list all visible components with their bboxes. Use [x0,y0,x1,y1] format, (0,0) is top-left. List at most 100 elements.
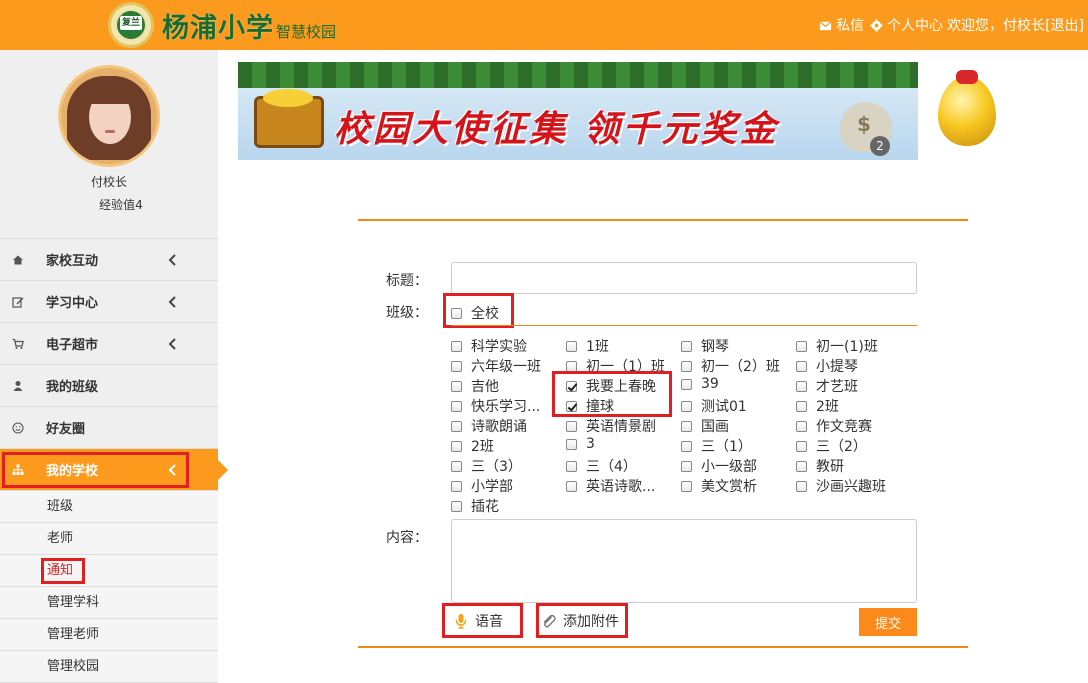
school-logo[interactable]: 复兰 杨浦小学 智慧校园 [108,2,336,48]
checkbox-box-checked[interactable] [566,400,577,412]
submenu-item-manage-subjects[interactable]: 管理学科 [0,587,218,619]
sidebar-item-study-center[interactable]: 学习中心 [0,281,218,323]
experience-value: 经验值4 [99,198,143,212]
avatar[interactable] [58,65,160,167]
class-divider [451,325,917,326]
class-checkbox-checked[interactable]: 撞球 [566,396,614,416]
chevron-left-icon [168,338,176,350]
class-checkbox[interactable]: 吉他 [451,376,499,396]
cart-icon [12,338,24,349]
personal-center-link[interactable]: 个人中心 [887,15,943,35]
user-icon [13,380,23,391]
top-bar: 复兰 杨浦小学 智慧校园 私信 个人中心 欢迎您，付校长 [退出] [0,0,1088,50]
class-label: 班级： [386,305,428,321]
highlight-box [41,558,85,584]
class-checkbox[interactable]: 三（3） [451,456,522,476]
class-checkbox[interactable]: 教研 [796,456,844,476]
checkbox-label: 全校 [471,306,499,322]
chevron-left-icon [168,296,176,308]
class-checkbox[interactable]: 美文赏析 [681,476,757,496]
title-input[interactable] [451,262,917,294]
banner-title: 校园大使征集 领千元奖金 [334,109,779,150]
sidebar-item-label: 家校互动 [46,254,99,269]
sidebar-item-label: 学习中心 [46,296,99,311]
class-checkbox[interactable]: 六年级一班 [451,356,541,376]
content-label: 内容： [386,530,428,546]
class-checkbox[interactable]: 39 [681,376,719,392]
edit-icon [12,296,24,308]
chevron-left-icon [168,464,176,476]
school-emblem-icon: 复兰 [108,2,154,48]
class-checkbox[interactable]: 测试01 [681,396,747,416]
chevron-left-icon [168,254,176,266]
class-checkbox[interactable]: 英语诗歌... [566,476,655,496]
golden-egg-icon[interactable] [938,70,996,146]
sidebar-item-my-class[interactable]: 我的班级 [0,365,218,407]
class-checkbox[interactable]: 插花 [451,496,499,516]
class-checkbox[interactable]: 小一级部 [681,456,757,476]
class-checkbox[interactable]: 初一(1)班 [796,336,878,356]
class-checkbox[interactable]: 诗歌朗诵 [451,416,527,436]
form-bottom-divider [358,646,968,648]
home-icon [13,255,23,264]
class-checkbox[interactable]: 2班 [451,436,494,456]
class-checkbox[interactable]: 科学实验 [451,336,527,356]
class-checkbox[interactable]: 钢琴 [681,336,729,356]
emblem-text: 复兰 [120,16,142,30]
class-checkbox[interactable]: 英语情景剧 [566,416,656,436]
class-checkbox[interactable]: 三（4） [566,456,637,476]
checkbox-box[interactable] [451,307,462,319]
envelope-icon [819,20,832,30]
sidebar-item-my-school[interactable]: 我的学校 [0,449,228,491]
user-profile: 付校长 经验值4 [0,65,218,239]
class-checkbox[interactable]: 2班 [796,396,839,416]
sidebar-item-label: 我的班级 [46,380,99,395]
checkbox-box-checked[interactable] [566,380,577,392]
highlight-box [2,452,189,488]
class-checkbox[interactable]: 国画 [681,416,729,436]
voice-label: 语音 [475,614,503,630]
submenu-item-manage-teachers[interactable]: 管理老师 [0,619,218,651]
class-checkbox[interactable]: 小学部 [451,476,513,496]
user-name: 付校长 [90,175,127,189]
form-top-divider [358,219,968,221]
logout-link[interactable]: [退出] [1045,15,1084,35]
submit-button[interactable]: 提交 [859,608,917,636]
paperclip-icon [543,614,556,628]
class-checkbox[interactable]: 3 [566,436,595,452]
sidebar-item-friend-circle[interactable]: 好友圈 [0,407,218,449]
class-checkbox[interactable]: 作文竞赛 [796,416,872,436]
class-checkbox[interactable]: 才艺班 [796,376,858,396]
class-checkbox[interactable]: 初一（2）班 [681,356,780,376]
promo-banner[interactable]: 校园大使征集 领千元奖金 $ 2 [238,62,918,160]
school-subtitle: 智慧校园 [276,22,337,41]
title-label: 标题： [386,273,428,289]
class-checkbox[interactable]: 小提琴 [796,356,858,376]
submenu-item-notices[interactable]: 通知 [0,555,218,587]
class-checkbox[interactable]: 三（2） [796,436,867,456]
submenu-item-manage-campus[interactable]: 管理校园 [0,651,218,683]
voice-button[interactable]: 语音 [454,611,503,631]
messages-link[interactable]: 私信 [836,15,864,35]
gear-icon [870,18,883,32]
smile-icon [12,421,24,434]
sidebar-item-label: 电子超市 [46,338,99,353]
class-checkbox[interactable]: 三（1） [681,436,752,456]
checkbox-all-school[interactable]: 全校 [451,303,499,323]
class-checkbox[interactable]: 1班 [566,336,609,356]
class-checkbox[interactable]: 快乐学习... [451,396,540,416]
sidebar-item-e-market[interactable]: 电子超市 [0,323,218,365]
submenu-item-classes[interactable]: 班级 [0,491,218,523]
dollar-symbol: $ [857,112,871,136]
class-checkbox-checked[interactable]: 我要上春晚 [566,376,656,396]
sidebar-item-home-school[interactable]: 家校互动 [0,239,218,281]
submenu-item-teachers[interactable]: 老师 [0,523,218,555]
school-name: 杨浦小学 [162,12,274,44]
welcome-text: 欢迎您，付校长 [947,18,1046,34]
garland-decoration [238,62,918,88]
attach-label: 添加附件 [563,614,619,630]
class-checkbox[interactable]: 沙画兴趣班 [796,476,886,496]
content-textarea[interactable] [451,519,917,603]
banner-badge: 2 [870,136,890,156]
attach-button[interactable]: 添加附件 [541,611,619,631]
